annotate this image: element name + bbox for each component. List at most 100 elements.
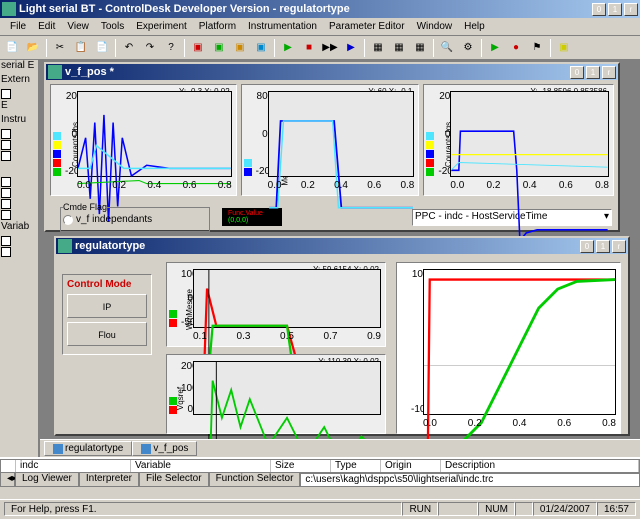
tool-search-icon[interactable]: 🔍 xyxy=(437,38,457,58)
tab-icon xyxy=(53,444,63,454)
tool-stop-icon[interactable]: ■ xyxy=(299,38,319,58)
tool-new-icon[interactable]: 📄 xyxy=(2,38,22,58)
lp-box[interactable] xyxy=(1,140,11,150)
tool-copy-icon[interactable]: 📋 xyxy=(71,38,91,58)
btn-flou[interactable]: Flou xyxy=(67,322,147,346)
col[interactable]: indc xyxy=(16,460,131,472)
mdi-tabstrip: regulatortype v_f_pos xyxy=(40,439,640,457)
col-size[interactable]: Size xyxy=(271,460,331,472)
tab-fileselector[interactable]: File Selector xyxy=(139,473,209,487)
plot-mecanique[interactable]: Mecanique WmMesure Y: 60 X: -0.1 800-20 … xyxy=(241,84,420,196)
plot-legend xyxy=(426,131,434,177)
control-mode-hdr: Control Mode xyxy=(67,279,147,290)
control-mode-panel: Control Mode IP Flou xyxy=(62,274,152,355)
tool-fwd-icon[interactable]: ▶▶ xyxy=(320,38,340,58)
col-variable[interactable]: Variable xyxy=(131,460,271,472)
mdi-icon xyxy=(48,65,62,79)
menu-experiment[interactable]: Experiment xyxy=(130,21,193,32)
plot-courants-iqs[interactable]: Courants Iqs Y: -18.8596 0.853586 200-20… xyxy=(423,84,614,196)
lp-item[interactable] xyxy=(0,162,38,176)
maximize-button[interactable]: 1 xyxy=(608,3,622,16)
mdi1-title: v_f_pos * xyxy=(65,66,568,78)
radio-vf-independants[interactable]: v_f independants xyxy=(63,214,207,225)
lp-box[interactable] xyxy=(1,236,11,246)
lp-box[interactable] xyxy=(1,247,11,257)
bottom-panel: indc Variable Size Type Origin Descripti… xyxy=(0,457,640,499)
tool-help-icon[interactable]: ? xyxy=(161,38,181,58)
menu-window[interactable]: Window xyxy=(411,21,459,32)
tool-grid3-icon[interactable]: ▦ xyxy=(410,38,430,58)
app-icon xyxy=(2,2,16,16)
tool-grid1-icon[interactable]: ▦ xyxy=(368,38,388,58)
btn-ip[interactable]: IP xyxy=(67,294,147,318)
mdi-min-button[interactable]: 0 xyxy=(580,240,594,253)
left-panel: serial E Extern E Instru Variab xyxy=(0,60,40,457)
tool-last-icon[interactable]: ▣ xyxy=(554,38,574,58)
lp-item[interactable]: Instru xyxy=(0,114,38,128)
lp-box[interactable] xyxy=(1,151,11,161)
col-origin[interactable]: Origin xyxy=(381,460,441,472)
tool-a-icon[interactable]: ▣ xyxy=(188,38,208,58)
close-button[interactable]: r xyxy=(624,3,638,16)
lp-item[interactable]: Variab xyxy=(0,221,38,235)
tool-undo-icon[interactable]: ↶ xyxy=(119,38,139,58)
tool-grid2-icon[interactable]: ▦ xyxy=(389,38,409,58)
status-run: RUN xyxy=(402,502,438,516)
tool-redo-icon[interactable]: ↷ xyxy=(140,38,160,58)
mdi-close-button[interactable]: r xyxy=(612,240,626,253)
plot-wmmesure[interactable]: WmMesure Y: 59.6154 X: 0.02 1000-50 0.10… xyxy=(166,262,386,347)
lp-box[interactable] xyxy=(1,199,11,209)
lp-box[interactable] xyxy=(1,89,11,99)
menu-file[interactable]: File xyxy=(4,21,32,32)
menu-platform[interactable]: Platform xyxy=(193,21,242,32)
plot-sigmoid[interactable]: 10-10 0.00.20.40.60.8 xyxy=(396,262,621,434)
mdi-max-button[interactable]: 1 xyxy=(586,66,600,79)
bottom-table-header: indc Variable Size Type Origin Descripti… xyxy=(0,459,640,473)
tab-regulatortype[interactable]: regulatortype xyxy=(44,441,132,456)
tool-record-icon[interactable]: ● xyxy=(506,38,526,58)
tool-flag-icon[interactable]: ⚑ xyxy=(527,38,547,58)
plot-vqsref[interactable]: Vqsref Y: 110.39 X: 0.02 2001000 xyxy=(166,354,386,434)
tab-icon xyxy=(141,444,151,454)
toolbar: 📄 📂 ✂ 📋 📄 ↶ ↷ ? ▣ ▣ ▣ ▣ ▶ ■ ▶▶ ▶ ▦ ▦ ▦ 🔍… xyxy=(0,36,640,60)
mdi-max-button[interactable]: 1 xyxy=(596,240,610,253)
col-type[interactable]: Type xyxy=(331,460,381,472)
menu-view[interactable]: View xyxy=(61,21,95,32)
menu-edit[interactable]: Edit xyxy=(32,21,61,32)
mdi-min-button[interactable]: 0 xyxy=(570,66,584,79)
lp-box[interactable] xyxy=(1,129,11,139)
lp-item[interactable]: Extern xyxy=(0,74,38,88)
menu-parameter-editor[interactable]: Parameter Editor xyxy=(323,21,411,32)
mdi-close-button[interactable]: r xyxy=(602,66,616,79)
lp-item[interactable]: serial E xyxy=(0,60,38,74)
tool-c-icon[interactable]: ▣ xyxy=(230,38,250,58)
tab-functionselector[interactable]: Function Selector xyxy=(209,473,301,487)
menubar: File Edit View Tools Experiment Platform… xyxy=(0,18,640,36)
tool-paste-icon[interactable]: 📄 xyxy=(92,38,112,58)
app-titlebar: Light serial BT - ControlDesk Developer … xyxy=(0,0,640,18)
tool-cut-icon[interactable]: ✂ xyxy=(50,38,70,58)
tool-d-icon[interactable]: ▣ xyxy=(251,38,271,58)
tab-interpreter[interactable]: Interpreter xyxy=(79,473,139,487)
menu-tools[interactable]: Tools xyxy=(95,21,130,32)
status-num: NUM xyxy=(478,502,515,516)
menu-instrumentation[interactable]: Instrumentation xyxy=(242,21,323,32)
minimize-button[interactable]: 0 xyxy=(592,3,606,16)
plot-legend xyxy=(244,158,252,177)
tool-run-icon[interactable]: ▶ xyxy=(485,38,505,58)
col-description[interactable]: Description xyxy=(441,460,639,472)
menu-help[interactable]: Help xyxy=(458,21,491,32)
tool-play-icon[interactable]: ▶ xyxy=(278,38,298,58)
lp-box[interactable] xyxy=(1,177,11,187)
tool-b-icon[interactable]: ▣ xyxy=(209,38,229,58)
tool-gear-icon[interactable]: ⚙ xyxy=(458,38,478,58)
tool-rec-icon[interactable]: ▶ xyxy=(341,38,361,58)
tab-vfpos[interactable]: v_f_pos xyxy=(132,441,197,456)
tab-logviewer[interactable]: Log Viewer xyxy=(15,473,79,487)
tool-open-icon[interactable]: 📂 xyxy=(23,38,43,58)
status-time: 16:57 xyxy=(597,502,636,516)
app-title: Light serial BT - ControlDesk Developer … xyxy=(19,3,590,15)
plot-courants-lbs[interactable]: Courants lbs Y: -0.3 X: 0.02 200-20 0.00 xyxy=(50,84,237,196)
lp-box[interactable] xyxy=(1,188,11,198)
lp-box[interactable] xyxy=(1,210,11,220)
